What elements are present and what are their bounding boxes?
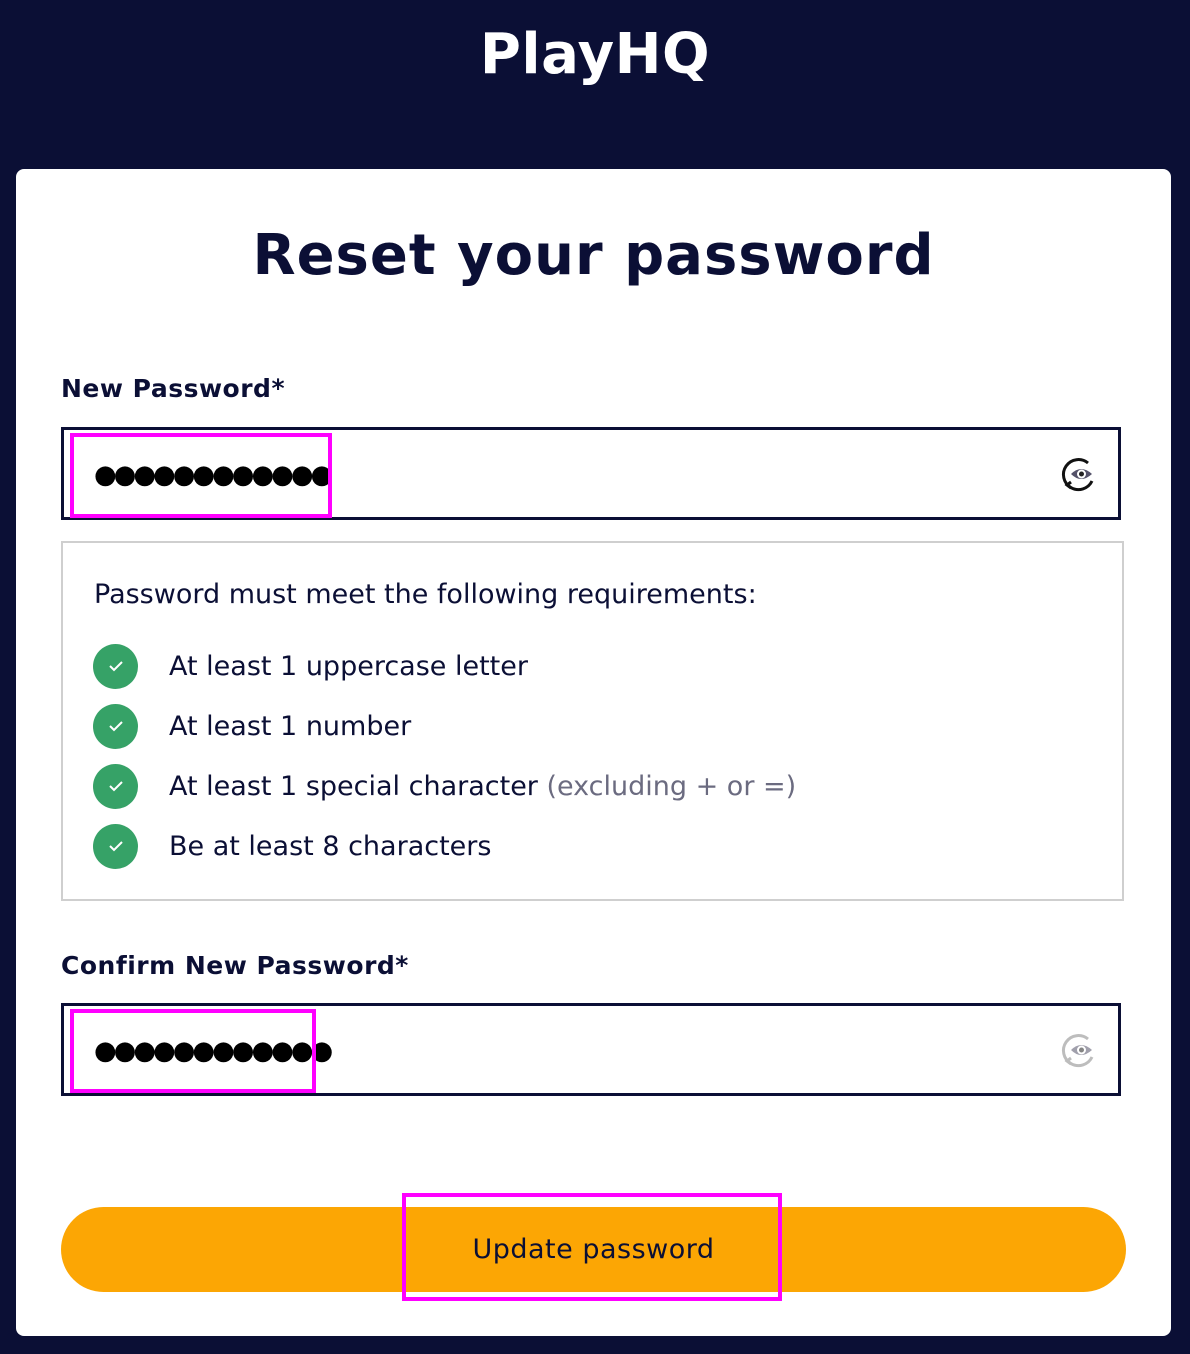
check-circle-icon: [93, 703, 138, 749]
eye-visibility-toggle-icon[interactable]: [1058, 1030, 1100, 1072]
requirement-text: Be at least 8 characters: [169, 830, 492, 862]
requirement-item: Be at least 8 characters: [93, 823, 491, 869]
eye-visibility-toggle-icon[interactable]: [1058, 454, 1100, 496]
reset-password-card: Reset your password New Password* ●●●●●●…: [16, 169, 1171, 1336]
confirm-password-field[interactable]: ●●●●●●●●●●●●: [61, 1003, 1121, 1096]
brand-logo: PlayHQ: [479, 22, 711, 87]
confirm-password-value: ●●●●●●●●●●●●: [94, 1036, 333, 1066]
requirement-text: At least 1 special character (excluding …: [169, 770, 797, 802]
top-header: PlayHQ: [0, 0, 1190, 169]
update-password-button[interactable]: Update password: [61, 1207, 1126, 1292]
page-title: Reset your password: [252, 223, 935, 288]
confirm-password-label: Confirm New Password*: [61, 951, 409, 980]
requirement-text: At least 1 uppercase letter: [169, 650, 528, 682]
requirement-item: At least 1 number: [93, 703, 411, 749]
password-requirements-box: Password must meet the following require…: [61, 541, 1124, 901]
requirement-item: At least 1 special character (excluding …: [93, 763, 796, 809]
requirement-item: At least 1 uppercase letter: [93, 643, 528, 689]
check-circle-icon: [93, 643, 138, 689]
requirements-intro: Password must meet the following require…: [94, 579, 757, 610]
requirement-note: (excluding + or =): [537, 770, 797, 802]
new-password-label: New Password*: [61, 374, 286, 403]
new-password-value: ●●●●●●●●●●●●: [94, 460, 333, 490]
check-circle-icon: [93, 763, 138, 809]
new-password-field[interactable]: ●●●●●●●●●●●●: [61, 427, 1121, 520]
requirement-text: At least 1 number: [169, 710, 412, 742]
check-circle-icon: [93, 823, 138, 869]
